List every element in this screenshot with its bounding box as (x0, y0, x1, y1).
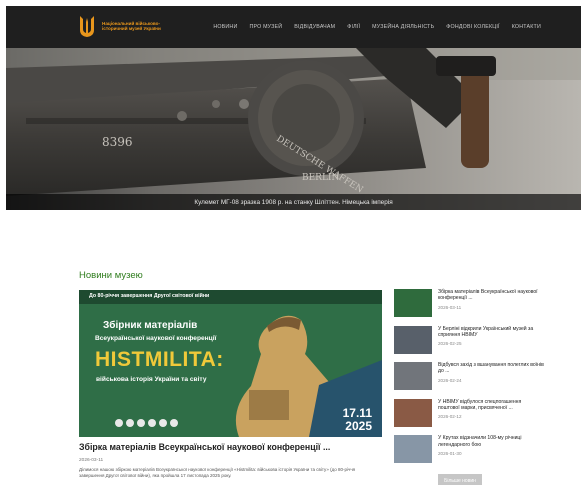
news-item-date: 2026-01-30 (438, 450, 462, 456)
poster-partner-logos (115, 419, 178, 427)
museum-name: Національний військово-історичний музей … (102, 20, 161, 31)
news-thumbnail[interactable] (394, 289, 432, 317)
featured-news-date: 2026-03-11 (79, 458, 104, 463)
news-list-item[interactable]: Відбувся захід з вшанування полеглих вої… (394, 362, 544, 398)
museum-logo[interactable]: Національний військово-історичний музей … (78, 14, 182, 38)
news-list-item[interactable]: Збірка матеріалів Всеукраїнської науково… (394, 289, 544, 325)
engraving-number: 8396 (102, 135, 133, 149)
page-frame: Національний військово-історичний музей … (6, 6, 581, 485)
news-item-title[interactable]: У НВІМУ відбулося спецпогашення поштової… (438, 399, 544, 412)
featured-news-image[interactable]: До 80-річчя завершення Другої світової в… (79, 290, 382, 437)
nav-item-visitors[interactable]: ВІДВІДУВАЧАМ (294, 24, 335, 30)
featured-news-excerpt: Ділимося нашою збіркою матеріалів Всеукр… (79, 467, 356, 479)
hero-caption: Кулемет МГ-08 зразка 1908 р. на станку Ш… (194, 198, 393, 206)
featured-news-title[interactable]: Збірка матеріалів Всеукраїнської науково… (79, 442, 330, 452)
nav-item-collections[interactable]: ФОНДОВІ КОЛЕКЦІЇ (446, 24, 499, 30)
news-list-item[interactable]: У Крутах відзначили 108-му річниці леген… (394, 435, 544, 471)
news-item-date: 2026-02-25 (438, 341, 462, 347)
partner-logo-icon (159, 419, 167, 427)
site-header: Національний військово-історичний музей … (6, 6, 581, 48)
news-item-date: 2026-03-11 (438, 304, 462, 310)
main-nav: НОВИНИ ПРО МУЗЕЙ ВІДВІДУВАЧАМ ФІЛІЇ МУЗЕ… (213, 6, 541, 48)
poster-top-line: До 80-річчя завершення Другої світової в… (89, 293, 210, 299)
news-thumbnail[interactable] (394, 435, 432, 464)
nav-item-news[interactable]: НОВИНИ (213, 24, 237, 30)
news-thumbnail[interactable] (394, 398, 432, 427)
partner-logo-icon (137, 419, 145, 427)
engraving-city: BERLIN (302, 173, 339, 183)
news-thumbnail[interactable] (394, 362, 432, 391)
hero-caption-bar: Кулемет МГ-08 зразка 1908 р. на станку Ш… (6, 194, 581, 210)
trident-icon (80, 16, 94, 37)
news-list: Збірка матеріалів Всеукраїнської науково… (394, 289, 544, 472)
nav-item-branches[interactable]: ФІЛІЇ (347, 24, 360, 30)
news-item-title[interactable]: У Крутах відзначили 108-му річниці леген… (438, 435, 544, 448)
news-item-title[interactable]: Збірка матеріалів Всеукраїнської науково… (438, 289, 544, 302)
poster-histmilita: HISTMILITA: (95, 348, 224, 371)
news-item-title[interactable]: Відбувся захід з вшанування полеглих вої… (438, 362, 544, 375)
news-item-title[interactable]: У Берліні відкрили Український музей за … (438, 326, 544, 339)
partner-logo-icon (148, 419, 156, 427)
hero-machine-gun-image: 8396 DEUTSCHE WAFFEN BERLIN (6, 48, 581, 210)
poster-date-year: 2025 (345, 419, 372, 433)
news-section-title: Новини музею (79, 270, 143, 281)
poster-line-1: Збірник матеріалів (103, 320, 198, 331)
news-item-date: 2026-02-12 (438, 414, 462, 420)
news-list-item[interactable]: У НВІМУ відбулося спецпогашення поштової… (394, 398, 544, 435)
more-news-button[interactable]: Більше новин (438, 474, 482, 485)
news-thumbnail[interactable] (394, 325, 432, 354)
nav-item-contacts[interactable]: КОНТАКТИ (512, 24, 541, 30)
partner-logo-icon (126, 419, 134, 427)
partner-logo-icon (170, 419, 178, 427)
poster-date-day: 17.11 (342, 406, 372, 420)
poster-line-2: Всеукраїнської наукової конференції (95, 335, 217, 342)
partner-logo-icon (115, 419, 123, 427)
nav-item-activity[interactable]: МУЗЕЙНА ДІЯЛЬНІСТЬ (372, 24, 434, 30)
nav-item-about[interactable]: ПРО МУЗЕЙ (249, 24, 282, 30)
news-list-item[interactable]: У Берліні відкрили Український музей за … (394, 325, 544, 362)
hero-banner[interactable]: 8396 DEUTSCHE WAFFEN BERLIN Кулемет МГ-0… (6, 48, 581, 210)
news-item-date: 2026-02-24 (438, 377, 462, 383)
poster-line-4: військова історія України та світу (96, 376, 207, 383)
